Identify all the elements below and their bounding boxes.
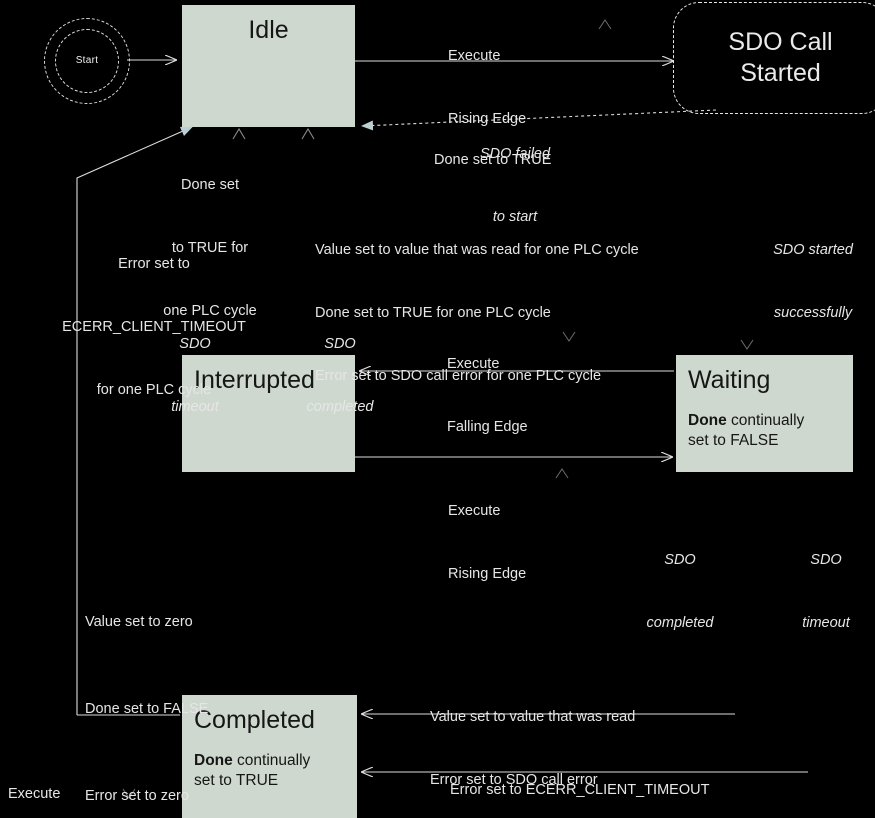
label-completed-in-bottom: Error set to ECERR_CLIENT_TIMEOUT <box>450 782 710 798</box>
label-sdo-timeout-left: SDO timeout <box>140 292 250 460</box>
label-sdo-started-successfully-line1: SDO started <box>773 242 853 258</box>
state-completed-sub-line2: set to TRUE <box>194 772 279 789</box>
label-done-set-to-true: Done set to TRUE <box>434 152 552 168</box>
label-sdo-completed-low-line1: SDO <box>664 552 696 568</box>
state-idle-title: Idle <box>248 16 289 44</box>
state-waiting-title: Waiting <box>688 366 771 394</box>
label-sdo-completed-low-line2: completed <box>646 615 714 631</box>
label-sdo-completed-left-line1: SDO <box>324 336 356 352</box>
label-sdo-timeout-left-line1: SDO <box>179 336 211 352</box>
label-execute-falling-edge-mid-line2: Falling Edge <box>447 419 528 435</box>
label-sdo-completed-low: SDO completed <box>622 508 738 676</box>
label-execute-rising-edge-mid-line1: Execute <box>448 503 501 519</box>
label-sdo-timeout-left-line2: timeout <box>171 399 219 415</box>
label-sdo-completed-left-line2: completed <box>306 399 374 415</box>
label-reset-actions: Value set to zero Done set to FALSE Erro… <box>85 550 208 818</box>
state-waiting-sub-rest: continually <box>726 412 805 429</box>
state-waiting-sub-line2: set to FALSE <box>688 432 779 449</box>
state-completed-title: Completed <box>194 706 315 734</box>
label-done-true-one-cycle-line1: Done set <box>180 177 240 193</box>
state-sdo-call-started[interactable]: SDO Call Started <box>673 2 875 114</box>
state-idle[interactable]: Idle <box>182 5 355 127</box>
state-completed-sub-rest: continually <box>232 752 311 769</box>
label-execute-falling-edge-mid-line1: Execute <box>447 356 500 372</box>
label-reset-actions-line3: Error set to zero <box>85 788 189 804</box>
start-node-label: Start <box>75 55 99 66</box>
state-sdo-call-started-title-line2: Started <box>740 59 821 87</box>
label-execute-rising-edge-mid: Execute Rising Edge <box>448 459 526 627</box>
state-diagram-canvas: Start Idle SDO Call Started Interrupted … <box>0 0 875 818</box>
label-execute-rising-edge-mid-line2: Rising Edge <box>448 566 527 582</box>
label-error-client-timeout-line1: Error set to <box>118 256 190 272</box>
label-reset-actions-line1: Value set to zero <box>85 614 193 630</box>
state-waiting-subtext: Done continually set to FALSE <box>688 411 841 451</box>
label-sdo-timeout-low-line1: SDO <box>810 552 842 568</box>
label-completed-in-top-line1: Value set to value that was read <box>430 709 636 725</box>
label-execute-falling-edge-bottom-line1: Execute <box>8 786 61 802</box>
label-sdo-timeout-low-line2: timeout <box>802 615 850 631</box>
state-completed-subtext: Done continually set to TRUE <box>194 751 345 791</box>
label-sdo-completed-left: SDO completed <box>282 292 398 460</box>
label-reset-actions-line2: Done set to FALSE <box>85 701 209 717</box>
state-sdo-call-started-title-line1: SDO Call <box>728 28 833 56</box>
label-sdo-started-successfully: SDO started successfully <box>752 198 874 366</box>
label-execute-falling-edge-bottom: Execute Falling Edge <box>8 742 89 818</box>
label-sdo-timeout-low: SDO timeout <box>778 508 874 676</box>
state-waiting[interactable]: Waiting Done continually set to FALSE <box>676 355 853 472</box>
state-sdo-call-started-title: SDO Call Started <box>728 27 832 89</box>
label-sdo-started-successfully-line2: successfully <box>773 305 853 321</box>
label-idle-to-sdo-trigger-line1: Execute <box>448 48 501 64</box>
label-execute-falling-edge-mid: Execute Falling Edge <box>447 312 528 480</box>
label-completed-actions-line1: Value set to value that was read for one… <box>315 242 639 258</box>
state-waiting-done-keyword: Done <box>688 412 727 429</box>
